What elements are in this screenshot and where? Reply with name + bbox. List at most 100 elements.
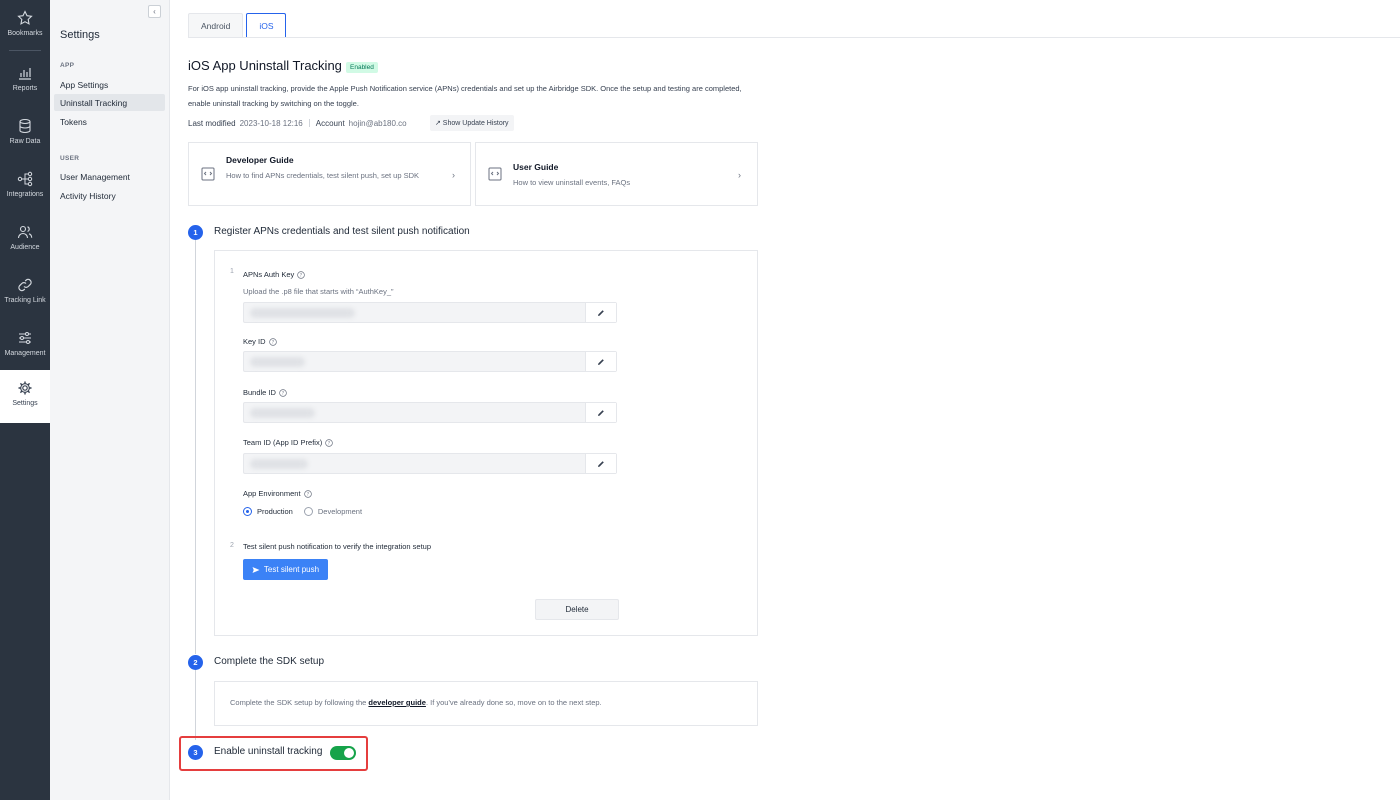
auth-key-field[interactable]	[243, 302, 617, 323]
link-icon	[18, 278, 32, 292]
help-icon[interactable]: ?	[325, 438, 333, 447]
users-icon	[17, 225, 33, 239]
last-modified-label: Last modified	[188, 118, 236, 128]
rail-divider	[9, 50, 41, 51]
account-value: hojin@ab180.co	[348, 118, 407, 128]
radio-development[interactable]: Development	[303, 507, 362, 516]
left-rail: Bookmarks Reports Raw Data Integrations …	[0, 0, 50, 800]
developer-guide-card[interactable]: Developer Guide How to find APNs credent…	[188, 142, 471, 206]
sidebar-item-uninstall-tracking[interactable]: Uninstall Tracking	[54, 94, 165, 111]
radio-button-checked[interactable]	[243, 507, 252, 516]
help-icon[interactable]: ?	[297, 270, 306, 279]
key-id-field[interactable]	[243, 351, 617, 372]
key-id-label: Key ID ?	[243, 337, 277, 346]
edit-auth-key-button[interactable]	[585, 303, 616, 322]
page-title: iOS App Uninstall Tracking	[188, 58, 342, 73]
status-badge: Enabled	[346, 62, 378, 73]
pencil-icon	[598, 409, 604, 416]
help-icon[interactable]: ?	[279, 388, 287, 397]
masked-value	[250, 308, 355, 318]
collapse-sidebar-button[interactable]: ‹	[148, 5, 161, 18]
rail-label: Integrations	[6, 191, 44, 198]
rail-bookmarks[interactable]: Bookmarks	[0, 0, 50, 53]
step-number-badge: 3	[188, 745, 203, 760]
platform-tabs: Android iOS	[188, 13, 289, 38]
send-icon	[252, 566, 260, 573]
pencil-icon	[598, 460, 604, 467]
meta-divider	[308, 119, 310, 127]
step-number-badge: 1	[188, 225, 203, 240]
chevron-right-icon: ›	[738, 170, 741, 180]
code-doc-icon	[201, 167, 215, 181]
settings-sidebar: ‹ Settings APP App Settings Uninstall Tr…	[50, 0, 170, 800]
step-number-badge: 2	[188, 655, 203, 670]
rail-tracking-link[interactable]: Tracking Link	[0, 267, 50, 320]
rail-label: Audience	[10, 244, 40, 251]
help-icon[interactable]: ?	[303, 489, 312, 498]
rail-audience[interactable]: Audience	[0, 214, 50, 267]
rail-raw-data[interactable]: Raw Data	[0, 108, 50, 161]
step-title: Complete the SDK setup	[214, 656, 325, 667]
sidebar-item-user-management[interactable]: User Management	[54, 168, 165, 185]
field-label-text: APNs Auth Key	[243, 270, 295, 279]
rail-integrations[interactable]: Integrations	[0, 161, 50, 214]
sidebar-item-tokens[interactable]: Tokens	[54, 113, 165, 130]
step-title: Enable uninstall tracking	[214, 746, 323, 757]
star-icon	[17, 10, 33, 25]
rail-reports[interactable]: Reports	[0, 55, 50, 108]
code-doc-icon	[488, 167, 502, 181]
integrations-icon	[17, 171, 33, 187]
enable-uninstall-tracking-toggle[interactable]	[330, 746, 356, 760]
tab-android[interactable]: Android	[188, 13, 244, 38]
rail-management[interactable]: Management	[0, 320, 50, 373]
bundle-id-field[interactable]	[243, 402, 617, 423]
sub-step-number: 1	[230, 268, 234, 275]
help-icon[interactable]: ?	[268, 337, 277, 346]
sidebar-item-app-settings[interactable]: App Settings	[54, 76, 165, 93]
sidebar-section-app: APP	[60, 62, 75, 69]
test-silent-push-button[interactable]: Test silent push	[243, 559, 328, 580]
guide-description: How to view uninstall events, FAQs	[513, 178, 631, 187]
edit-team-id-button[interactable]	[585, 454, 616, 473]
svg-text:?: ?	[282, 390, 285, 396]
rail-label: Tracking Link	[4, 297, 46, 304]
developer-guide-link[interactable]: developer guide	[368, 698, 426, 707]
bundle-id-label: Bundle ID ?	[243, 388, 287, 397]
auth-key-label: APNs Auth Key ?	[243, 270, 306, 279]
bar-chart-icon	[19, 68, 31, 80]
sidebar-title: Settings	[60, 29, 100, 41]
user-guide-card[interactable]: User Guide How to view uninstall events,…	[475, 142, 758, 206]
gear-icon	[18, 381, 32, 395]
radio-production[interactable]: Production	[243, 507, 293, 516]
tab-ios[interactable]: iOS	[246, 13, 287, 38]
sidebar-item-activity-history[interactable]: Activity History	[54, 187, 165, 204]
sdk-setup-text: Complete the SDK setup by following the …	[230, 698, 602, 707]
page-description: For iOS app uninstall tracking, provide …	[188, 84, 742, 108]
guide-title: User Guide	[513, 162, 559, 172]
sidebar-section-user: USER	[60, 155, 80, 162]
masked-value	[250, 408, 315, 418]
rail-label: Settings	[12, 400, 38, 407]
rail-label: Bookmarks	[7, 30, 43, 37]
rail-label: Raw Data	[9, 138, 41, 145]
sdk-text-before: Complete the SDK setup by following the	[230, 698, 369, 707]
database-icon	[19, 118, 31, 134]
sub-step-number: 2	[230, 542, 234, 549]
team-id-field[interactable]	[243, 453, 617, 474]
masked-value	[250, 459, 308, 469]
app-environment-radio-group: Production Development	[243, 507, 373, 516]
rail-settings[interactable]: Settings	[0, 370, 50, 423]
radio-button-unchecked[interactable]	[303, 507, 313, 516]
app-environment-label: App Environment ?	[243, 489, 312, 498]
svg-text:?: ?	[306, 491, 309, 497]
step-title: Register APNs credentials and test silen…	[214, 226, 470, 237]
sliders-icon	[19, 332, 31, 344]
last-modified-value: 2023-10-18 12:16	[239, 118, 303, 128]
svg-text:?: ?	[328, 440, 331, 446]
modification-meta: Last modified 2023-10-18 12:16 Account h…	[188, 115, 407, 131]
delete-button[interactable]: Delete	[535, 599, 619, 620]
show-update-history-button[interactable]: ↗ Show Update History	[430, 115, 514, 131]
field-label-text: Key ID	[243, 337, 266, 346]
edit-bundle-id-button[interactable]	[585, 403, 616, 422]
edit-key-id-button[interactable]	[585, 352, 616, 371]
